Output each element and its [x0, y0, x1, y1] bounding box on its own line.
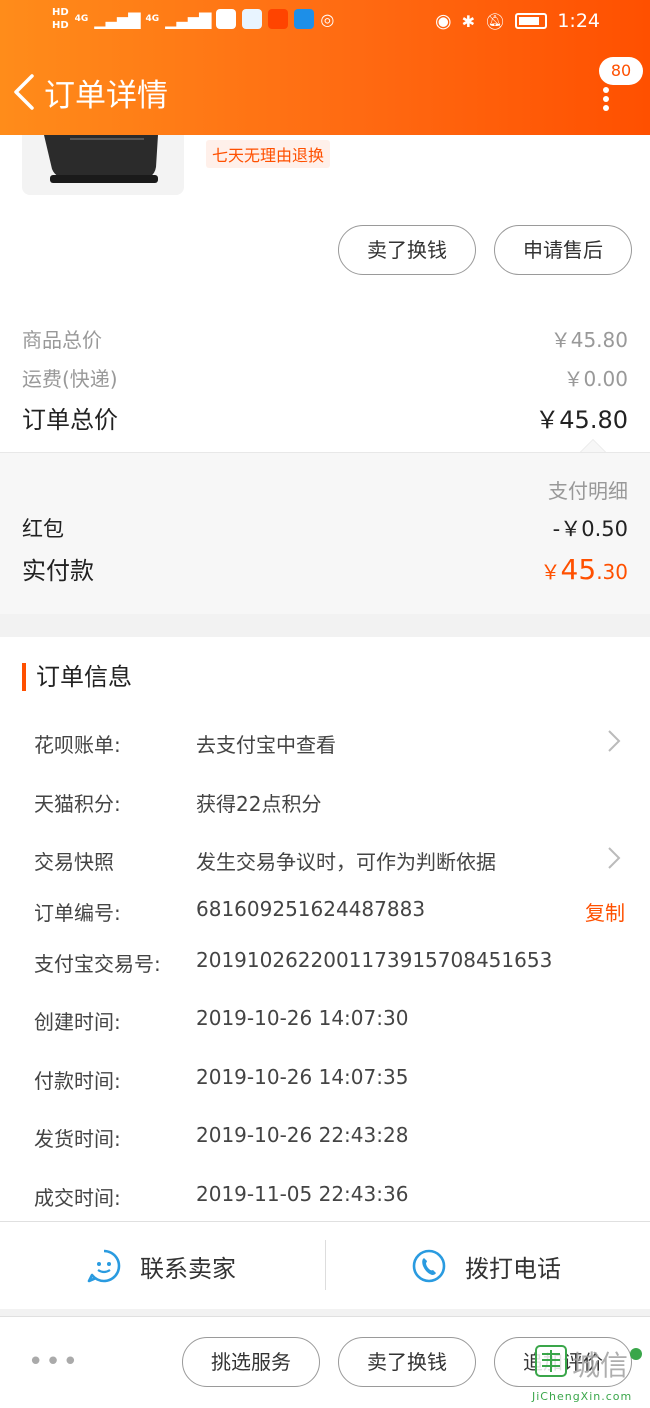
shipping-value: ￥0.00: [563, 367, 628, 391]
pay-detail-link[interactable]: 支付明细: [548, 475, 628, 504]
contact-seller-button[interactable]: 联系卖家: [86, 1222, 236, 1310]
paid-time-label: 付款时间:: [34, 1069, 121, 1093]
amount-decimal: .30: [596, 560, 628, 584]
order-total-value: ￥45.80: [535, 406, 628, 434]
page-title: 订单详情: [44, 78, 168, 114]
order-number-label: 订单编号:: [34, 901, 121, 925]
app-icon: [242, 9, 263, 29]
shipped-time-label: 发货时间:: [34, 1127, 121, 1151]
signal-icon: ▁▃▅▇: [94, 9, 140, 29]
divider: [325, 1240, 326, 1290]
goods-total-value: ￥45.80: [550, 328, 628, 352]
status-bar: HD HD 4G ▁▃▅▇ 4G ▁▃▅▇ ◎ ◉ ✱ 🔕︎ 1:24: [0, 0, 650, 50]
boot-image: [44, 135, 158, 183]
deal-time-label: 成交时间:: [34, 1186, 121, 1210]
chat-bubble-icon: [87, 1249, 121, 1283]
bluetooth-icon: ✱: [461, 11, 476, 31]
deal-time-value: 2019-11-05 22:43:36: [196, 1182, 409, 1206]
actual-paid-label: 实付款: [22, 557, 94, 585]
huabei-label: 花呗账单:: [34, 733, 121, 757]
app-icon: [294, 9, 315, 29]
hd-indicator: HD HD: [52, 7, 69, 31]
actual-paid-amount: ￥45.30: [541, 553, 628, 586]
alipay-trade-label: 支付宝交易号:: [34, 952, 161, 976]
red-packet-value: -￥0.50: [552, 517, 628, 541]
more-vertical-icon[interactable]: [596, 86, 616, 112]
contact-seller-label: 联系卖家: [140, 1254, 236, 1283]
created-time-label: 创建时间:: [34, 1010, 121, 1034]
shipped-time-value: 2019-10-26 22:43:28: [196, 1123, 409, 1147]
huabei-value[interactable]: 去支付宝中查看: [196, 729, 336, 758]
order-info-section: 订单信息 花呗账单: 去支付宝中查看 天猫积分: 获得22点积分 交易快照 发生…: [0, 637, 650, 1221]
after-sale-button[interactable]: 申请售后: [494, 225, 632, 275]
taobao-icon: [268, 9, 289, 29]
order-total-label: 订单总价: [22, 406, 118, 434]
call-phone-button[interactable]: 拨打电话: [411, 1222, 561, 1310]
status-left: HD HD 4G ▁▃▅▇ 4G ▁▃▅▇ ◎: [52, 6, 334, 32]
order-total-row: 订单总价 ￥45.80: [22, 400, 628, 435]
chevron-right-icon[interactable]: [606, 728, 622, 754]
goods-total-row: 商品总价 ￥45.80: [22, 324, 628, 353]
more-dots-icon[interactable]: •••: [28, 1347, 80, 1377]
red-packet-label: 红包: [22, 517, 64, 541]
alipay-trade-value: 2019102622001173915708451653: [196, 948, 553, 972]
app-icon: [216, 9, 237, 29]
pay-detail-row: 支付明细: [22, 475, 628, 504]
select-service-button[interactable]: 挑选服务: [182, 1337, 320, 1387]
network-type-1: 4G: [74, 14, 89, 24]
price-summary: 商品总价 ￥45.80 运费(快递) ￥0.00 订单总价 ￥45.80: [0, 300, 650, 452]
return-policy-tag: 七天无理由退换: [206, 140, 331, 168]
chevron-right-icon[interactable]: [606, 845, 622, 871]
snapshot-value[interactable]: 发生交易争议时，可作为判断依据: [196, 846, 496, 875]
red-packet-row: 红包 -￥0.50: [22, 513, 628, 543]
phone-icon: [412, 1249, 446, 1283]
goods-total-label: 商品总价: [22, 328, 102, 352]
clock: 1:24: [557, 10, 600, 32]
amount-integer: 45: [560, 553, 597, 586]
call-phone-label: 拨打电话: [465, 1254, 561, 1283]
hotspot-icon: ◎: [320, 9, 335, 29]
shipping-label: 运费(快递): [22, 367, 118, 391]
tmall-points-label: 天猫积分:: [34, 792, 121, 816]
shipping-row: 运费(快递) ￥0.00: [22, 363, 628, 392]
watermark-text: 城信: [572, 1349, 629, 1382]
eye-icon: ◉: [435, 10, 452, 32]
sell-button-bottom[interactable]: 卖了换钱: [338, 1337, 476, 1387]
status-right: ◉ ✱ 🔕︎ 1:24: [435, 10, 600, 32]
contact-bar: 联系卖家 拨打电话: [0, 1221, 650, 1309]
watermark-logo: 城信 JiChengXin.com: [528, 1340, 650, 1408]
copy-button[interactable]: 复制: [585, 897, 625, 926]
caret-pointer: [580, 439, 606, 452]
payment-detail: 支付明细 红包 -￥0.50 实付款 ￥45.30: [0, 452, 650, 614]
bell-off-icon: 🔕︎: [485, 11, 506, 31]
product-image[interactable]: [22, 135, 184, 195]
signal-icon: ▁▃▅▇: [165, 9, 211, 29]
actual-paid-row: 实付款 ￥45.30: [22, 551, 628, 586]
paid-time-value: 2019-10-26 14:07:35: [196, 1065, 409, 1089]
watermark-url: JiChengXin.com: [532, 1390, 633, 1403]
chevron-left-icon[interactable]: [10, 72, 40, 112]
app-header: HD HD 4G ▁▃▅▇ 4G ▁▃▅▇ ◎ ◉ ✱ 🔕︎ 1:24 订单详情…: [0, 0, 650, 135]
tmall-points-value: 获得22点积分: [196, 792, 322, 816]
currency-symbol: ￥: [540, 560, 561, 584]
battery-icon: [515, 13, 548, 29]
product-section: 七天无理由退换 卖了换钱 申请售后: [0, 135, 650, 300]
created-time-value: 2019-10-26 14:07:30: [196, 1006, 409, 1030]
order-number-value: 681609251624487883: [196, 897, 426, 921]
section-title: 订单信息: [22, 663, 132, 691]
message-badge[interactable]: 80: [599, 57, 643, 85]
network-type-2: 4G: [145, 14, 160, 24]
snapshot-label: 交易快照: [34, 850, 114, 874]
sell-button[interactable]: 卖了换钱: [338, 225, 476, 275]
